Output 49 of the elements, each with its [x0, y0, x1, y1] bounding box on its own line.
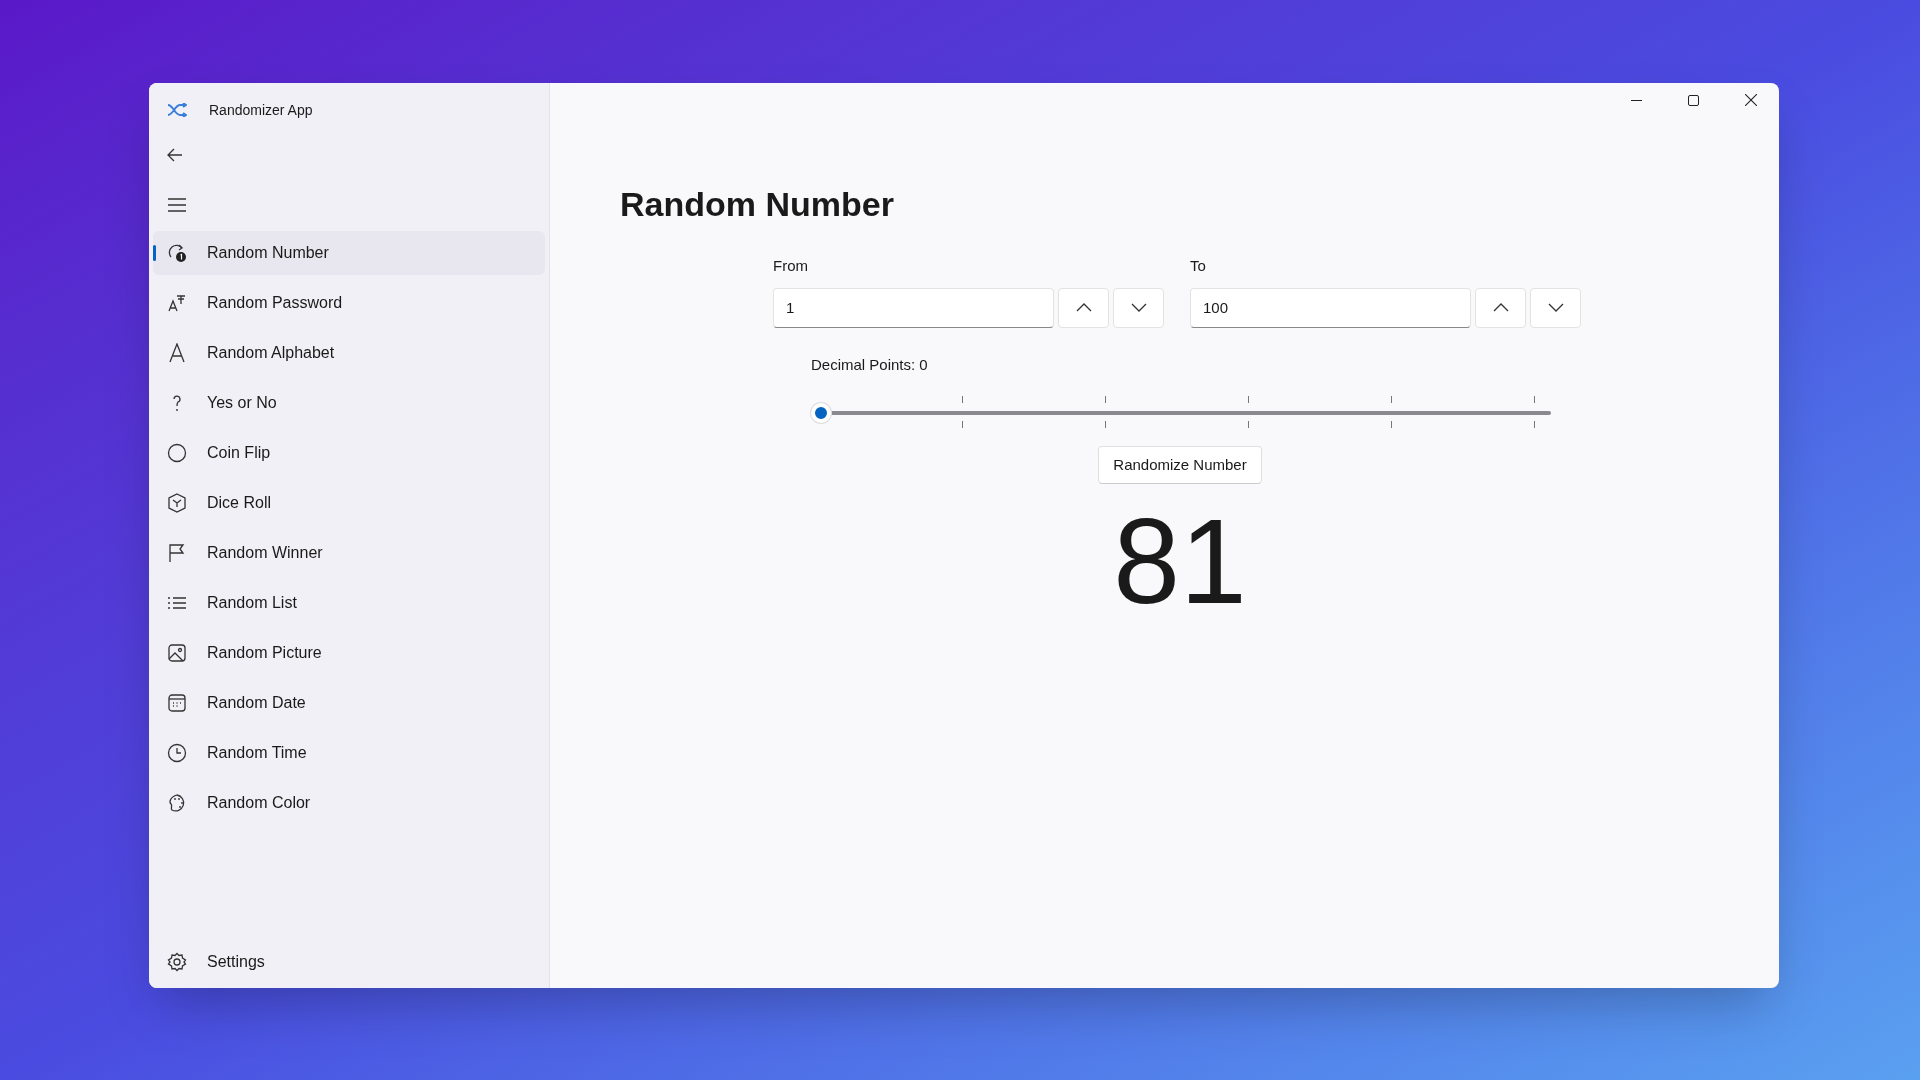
from-number-field[interactable]: 1 — [773, 287, 1054, 328]
nav-item[interactable]: Random Time — [153, 731, 545, 775]
nav-item[interactable]: Yes or No — [153, 381, 545, 425]
calendar-icon — [167, 693, 187, 713]
nav-item[interactable]: Settings — [153, 940, 545, 984]
flag-icon — [167, 543, 187, 563]
to-number-field[interactable]: 100 — [1190, 287, 1471, 328]
increment-button[interactable] — [1475, 287, 1526, 328]
to-label: To — [1190, 256, 1207, 276]
nav-item[interactable]: Random Color — [153, 781, 545, 825]
nav-item[interactable]: Dice Roll — [153, 481, 545, 525]
clock-icon — [167, 743, 187, 763]
picture-icon — [167, 643, 187, 663]
maximize-icon — [1688, 94, 1699, 106]
nav-item[interactable]: Random Number — [153, 231, 545, 275]
decimal-points-slider[interactable] — [811, 403, 1551, 423]
menu-icon — [168, 198, 186, 212]
nav-item[interactable]: Random Picture — [153, 631, 545, 675]
nav-item[interactable]: Coin Flip — [153, 431, 545, 475]
nav-item[interactable]: Random Password — [153, 281, 545, 325]
chevron-up-icon — [1075, 303, 1092, 312]
app-logo-icon — [167, 103, 187, 117]
cube-icon — [167, 493, 187, 513]
letter-key-icon — [167, 293, 187, 313]
back-arrow-icon — [167, 148, 183, 162]
minimize-icon — [1631, 99, 1642, 101]
increment-button[interactable] — [1058, 287, 1109, 328]
refresh-number-icon — [167, 243, 187, 263]
slider-thumb[interactable] — [811, 403, 831, 423]
decrement-button[interactable] — [1113, 287, 1164, 328]
chevron-down-icon — [1547, 303, 1564, 312]
window-title: Randomizer App — [209, 100, 313, 120]
chevron-down-icon — [1130, 303, 1147, 312]
circle-icon — [167, 443, 187, 463]
nav-item[interactable]: Random Alphabet — [153, 331, 545, 375]
result-number: 81 — [1113, 496, 1247, 626]
close-icon — [1744, 94, 1757, 106]
nav-item[interactable]: Random Date — [153, 681, 545, 725]
nav-item[interactable]: Random List — [153, 581, 545, 625]
palette-icon — [167, 793, 187, 813]
randomize-number-button[interactable]: Randomize Number — [1098, 446, 1262, 484]
settings-icon — [167, 952, 187, 972]
chevron-up-icon — [1492, 303, 1509, 312]
nav-item[interactable]: Random Winner — [153, 531, 545, 575]
decrement-button[interactable] — [1530, 287, 1581, 328]
letter-a-icon — [167, 343, 187, 363]
page-title: Random Number — [620, 184, 895, 225]
from-label: From — [773, 256, 809, 276]
decimal-points-label: Decimal Points: 0 — [811, 354, 929, 375]
